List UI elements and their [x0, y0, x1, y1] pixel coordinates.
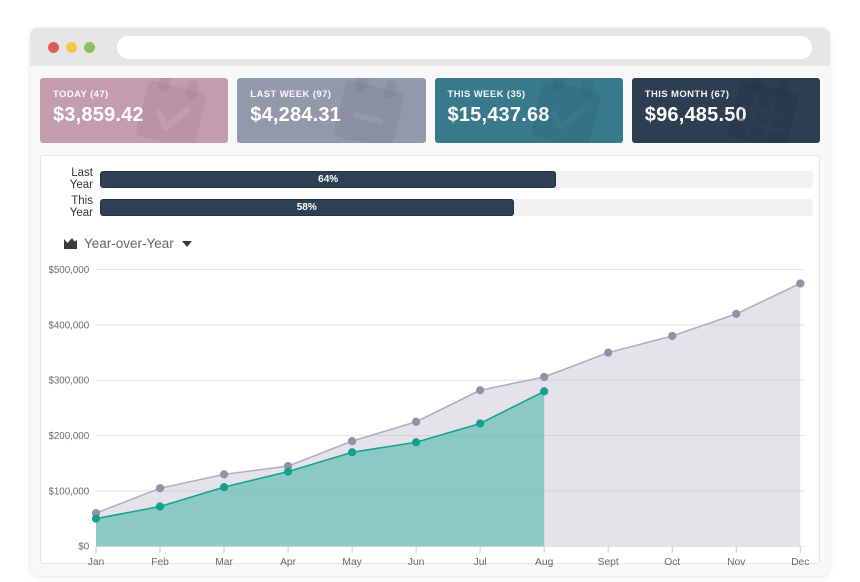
progress-label: This Year [49, 195, 100, 219]
stat-cards-row: TODAY (47) $3,859.42 LAST WEEK (97) $4,2… [40, 78, 820, 143]
progress-bar-last-year: 64% [100, 171, 813, 188]
svg-text:Aug: Aug [535, 557, 554, 568]
progress-label: Last Year [49, 167, 100, 191]
traffic-light-maximize-button[interactable] [84, 42, 95, 53]
svg-text:Dec: Dec [791, 557, 809, 568]
caret-down-icon [182, 241, 192, 247]
dashboard-content: TODAY (47) $3,859.42 LAST WEEK (97) $4,2… [30, 66, 830, 564]
calendar-check-icon [518, 78, 616, 143]
progress-percent-label: 58% [297, 202, 317, 213]
progress-row-this-year: This Year 58% [49, 195, 813, 219]
svg-text:Jan: Jan [88, 557, 105, 568]
year-over-year-chart: $0 $100,000 $200,000 $300,000 $400,000 $500,0… [49, 259, 813, 582]
traffic-light-close-button[interactable] [48, 42, 59, 53]
svg-text:May: May [342, 557, 362, 568]
calendar-grid-icon [715, 78, 813, 143]
svg-text:$500,000: $500,000 [49, 265, 90, 276]
svg-text:Oct: Oct [664, 557, 680, 568]
calendar-minus-icon [320, 78, 418, 143]
address-bar[interactable] [117, 36, 812, 59]
svg-text:Jul: Jul [474, 557, 487, 568]
stat-card-last-week: LAST WEEK (97) $4,284.31 [237, 78, 425, 143]
svg-text:$100,000: $100,000 [49, 486, 90, 497]
browser-chrome-bar [30, 28, 830, 66]
svg-text:$200,000: $200,000 [49, 431, 90, 442]
svg-text:Jun: Jun [408, 557, 425, 568]
svg-text:Apr: Apr [280, 557, 297, 568]
svg-text:Feb: Feb [151, 557, 169, 568]
chart-svg: $0 $100,000 $200,000 $300,000 $400,000 $500,0… [49, 259, 813, 577]
svg-text:$300,000: $300,000 [49, 376, 90, 387]
svg-text:Sept: Sept [598, 557, 619, 568]
svg-text:Nov: Nov [727, 557, 746, 568]
area-chart-icon [63, 237, 78, 250]
stat-card-this-month: THIS MONTH (67) $96,485.50 [632, 78, 820, 143]
stat-card-today: TODAY (47) $3,859.42 [40, 78, 228, 143]
progress-row-last-year: Last Year 64% [49, 167, 813, 191]
progress-percent-label: 64% [318, 174, 338, 185]
progress-bar-this-year: 58% [100, 199, 813, 216]
svg-text:$0: $0 [78, 542, 89, 553]
progress-fill: 64% [100, 171, 556, 188]
chart-type-dropdown-label: Year-over-Year [84, 236, 174, 251]
progress-fill: 58% [100, 199, 514, 216]
svg-text:$400,000: $400,000 [49, 320, 90, 331]
chart-type-dropdown[interactable]: Year-over-Year [63, 236, 192, 251]
stat-card-this-week: THIS WEEK (35) $15,437.68 [435, 78, 623, 143]
svg-text:Mar: Mar [215, 557, 233, 568]
traffic-light-minimize-button[interactable] [66, 42, 77, 53]
chart-panel: Last Year 64% This Year 58% [40, 155, 820, 564]
browser-window: TODAY (47) $3,859.42 LAST WEEK (97) $4,2… [30, 28, 830, 576]
calendar-check-icon [123, 78, 221, 143]
